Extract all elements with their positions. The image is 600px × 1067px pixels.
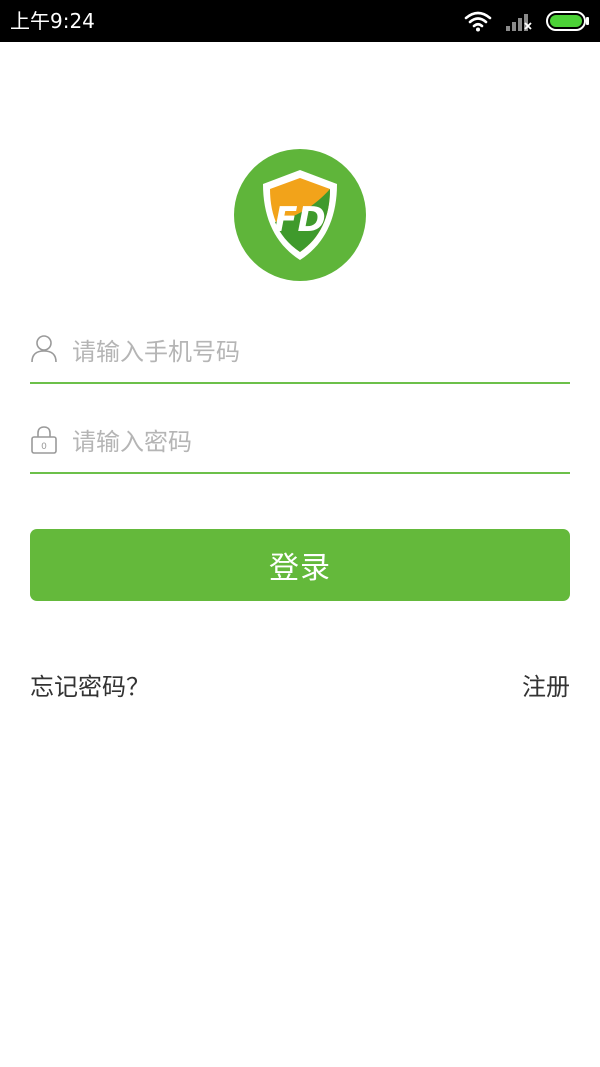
lock-icon: 0 — [31, 426, 57, 454]
password-row: 0 — [30, 412, 570, 474]
battery-icon — [546, 11, 589, 31]
wifi-icon — [464, 11, 492, 32]
status-icons — [464, 8, 590, 34]
signal-icon — [506, 14, 532, 31]
lock-glyph: 0 — [41, 442, 47, 452]
forgot-password-link[interactable]: 忘记密码？ — [30, 670, 150, 704]
phone-row — [30, 322, 570, 384]
status-time: 上午9:24 — [10, 9, 95, 33]
status-bar: 上午9:24 — [0, 0, 600, 42]
user-icon — [31, 335, 57, 363]
password-input[interactable] — [72, 422, 562, 462]
login-screen: 上午9:24 FD 请输入手机号码 0 登录 忘记密码？ 注册 — [0, 0, 600, 1067]
register-link[interactable]: 注册 — [522, 670, 570, 704]
login-button[interactable]: 登录 — [30, 529, 570, 601]
logo-letters: FD — [274, 200, 325, 240]
app-logo: FD — [234, 149, 366, 281]
phone-input[interactable] — [72, 332, 562, 372]
